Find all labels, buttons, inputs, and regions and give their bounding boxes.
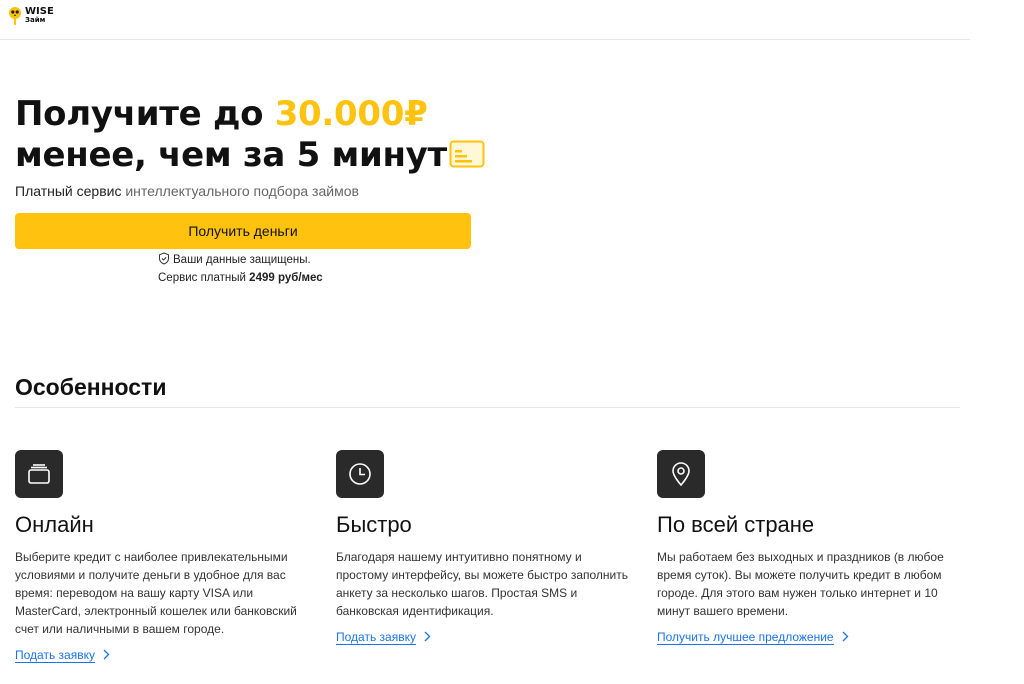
hero-title: Получите до 30.000₽ менее, чем за 5 мину… bbox=[15, 94, 485, 178]
apply-link[interactable]: Подать заявку bbox=[336, 630, 431, 645]
feature-nationwide: По всей стране Мы работаем без выходных … bbox=[657, 450, 957, 646]
price-value: 2499 руб/мес bbox=[249, 272, 323, 284]
credit-card-icon bbox=[449, 137, 485, 178]
chevron-right-icon bbox=[842, 631, 849, 645]
feature-fast: Быстро Благодаря нашему интуитивно понят… bbox=[336, 450, 636, 646]
apply-link-label: Подать заявку bbox=[15, 648, 95, 663]
hero-subtitle-rest: интеллектуального подбора займов bbox=[121, 183, 359, 199]
best-offer-link-label: Получить лучшее предложение bbox=[657, 630, 834, 645]
feature-title: Онлайн bbox=[15, 512, 94, 537]
logo-subtitle: Займ bbox=[25, 16, 46, 24]
clock-icon bbox=[336, 450, 384, 498]
feature-description: Благодаря нашему интуитивно понятному и … bbox=[336, 550, 628, 618]
feature-online: Онлайн Выберите кредит с наиболее привле… bbox=[15, 450, 315, 664]
price-note: Сервис платный 2499 руб/мес bbox=[158, 272, 323, 284]
hero-subtitle: Платный сервис интеллектуального подбора… bbox=[15, 183, 359, 199]
get-money-button[interactable]: Получить деньги bbox=[15, 213, 471, 249]
hero-title-line2: менее, чем за 5 минут bbox=[15, 135, 447, 175]
logo[interactable]: WISE Займ bbox=[8, 5, 54, 27]
owl-logo-icon bbox=[8, 5, 22, 27]
chevron-right-icon bbox=[103, 649, 110, 663]
secure-text: Ваши данные защищены. bbox=[173, 254, 311, 266]
feature-title: По всей стране bbox=[657, 512, 815, 537]
hero-subtitle-bold: Платный сервис bbox=[15, 183, 122, 199]
features-divider bbox=[15, 407, 960, 408]
chevron-right-icon bbox=[424, 631, 431, 645]
shield-check-icon bbox=[158, 252, 170, 268]
features-title: Особенности bbox=[15, 374, 167, 400]
apply-link-label: Подать заявку bbox=[336, 630, 416, 645]
feature-description: Мы работаем без выходных и праздников (в… bbox=[657, 550, 944, 618]
feature-title: Быстро bbox=[336, 512, 412, 537]
best-offer-link[interactable]: Получить лучшее предложение bbox=[657, 630, 849, 645]
apply-link[interactable]: Подать заявку bbox=[15, 648, 110, 663]
wallet-icon bbox=[15, 450, 63, 498]
data-secure-note: Ваши данные защищены. bbox=[158, 252, 311, 268]
feature-description: Выберите кредит с наиболее привлекательн… bbox=[15, 550, 297, 636]
price-prefix: Сервис платный bbox=[158, 272, 250, 284]
location-pin-icon bbox=[657, 450, 705, 498]
top-header: WISE Займ bbox=[0, 0, 970, 40]
hero-title-amount: 30.000₽ bbox=[274, 94, 428, 134]
logo-wordmark: WISE bbox=[25, 6, 54, 17]
hero-title-prefix: Получите до bbox=[15, 94, 275, 134]
